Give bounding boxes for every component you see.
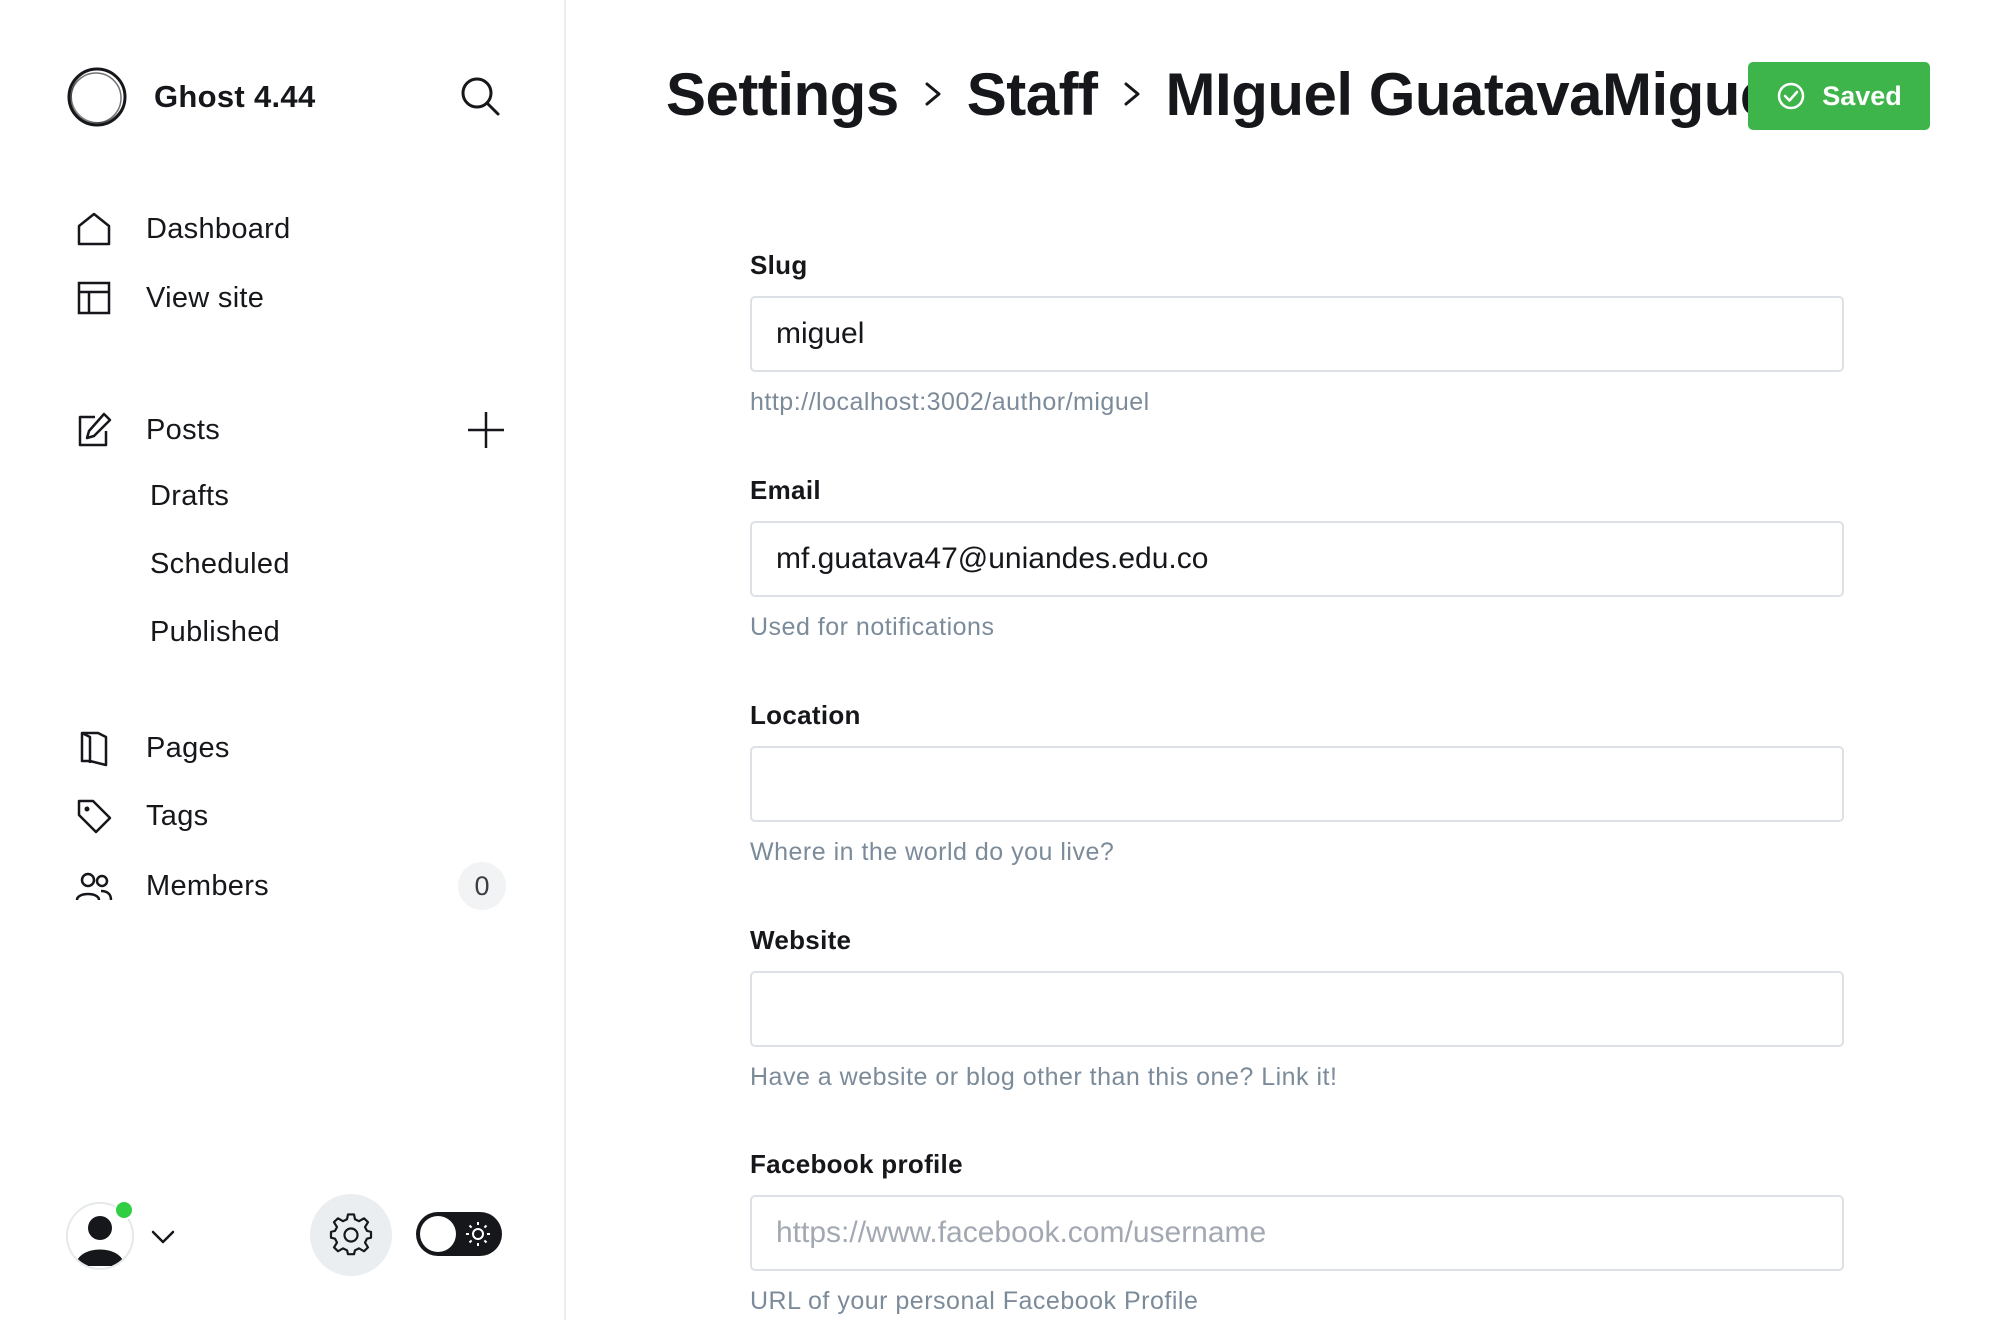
edit-icon: [74, 410, 114, 450]
pages-icon: [74, 728, 114, 768]
sidebar-item-tags[interactable]: Tags: [74, 790, 208, 842]
gear-icon: [329, 1213, 373, 1256]
email-field[interactable]: [750, 521, 1844, 597]
facebook-label: Facebook profile: [750, 1149, 963, 1179]
website-label: Website: [750, 925, 852, 955]
save-button[interactable]: Saved: [1748, 62, 1930, 130]
location-field[interactable]: [750, 746, 1844, 822]
online-status-dot: [114, 1200, 134, 1220]
brand[interactable]: Ghost 4.44: [66, 66, 316, 128]
sidebar-item-dashboard[interactable]: Dashboard: [74, 203, 291, 255]
sun-icon: [466, 1222, 490, 1246]
home-icon: [74, 209, 114, 249]
dark-mode-toggle[interactable]: [416, 1212, 502, 1256]
save-button-label: Saved: [1822, 80, 1902, 111]
site-title: Ghost 4.44: [154, 79, 316, 114]
breadcrumb: Settings Staff MIguel GuatavaMiguel: [666, 54, 1750, 134]
website-hint: Have a website or blog other than this o…: [750, 1063, 1338, 1091]
email-label: Email: [750, 475, 821, 505]
ghost-logo-icon: [67, 67, 127, 127]
sidebar-item-label: Posts: [146, 413, 221, 446]
sidebar-item-view-site[interactable]: View site: [74, 272, 264, 324]
sidebar-item-label: Dashboard: [146, 212, 291, 245]
breadcrumb-settings[interactable]: Settings: [666, 60, 899, 129]
sidebar-item-label: Pages: [146, 731, 230, 764]
sidebar-subitem-scheduled[interactable]: Scheduled: [150, 548, 290, 581]
sidebar-item-label: Tags: [146, 799, 209, 832]
settings-button[interactable]: [310, 1194, 392, 1276]
members-count-badge: 0: [458, 862, 506, 910]
sidebar-item-pages[interactable]: Pages: [74, 722, 230, 774]
sidebar-subitem-drafts[interactable]: Drafts: [150, 480, 229, 513]
user-menu-toggle[interactable]: [148, 1222, 178, 1252]
sidebar-item-posts[interactable]: Posts: [74, 404, 220, 456]
add-post-button[interactable]: [464, 408, 508, 452]
location-label: Location: [750, 700, 861, 730]
sidebar: Ghost 4.44 Dashboard View site Posts Dra…: [0, 0, 566, 1320]
search-button[interactable]: [458, 74, 502, 118]
sidebar-item-label: Members: [146, 869, 269, 902]
slug-label: Slug: [750, 250, 808, 280]
slug-hint: http://localhost:3002/author/miguel: [750, 388, 1150, 416]
facebook-field[interactable]: [750, 1195, 1844, 1271]
slug-field[interactable]: [750, 296, 1844, 372]
members-icon: [74, 866, 114, 906]
toggle-knob: [420, 1216, 456, 1252]
facebook-hint: URL of your personal Facebook Profile: [750, 1287, 1199, 1315]
chevron-right-icon: [1124, 82, 1140, 106]
website-field[interactable]: [750, 971, 1844, 1047]
layout-icon: [74, 278, 114, 318]
location-hint: Where in the world do you live?: [750, 838, 1115, 866]
search-icon: [461, 77, 500, 116]
check-circle-icon: [1777, 82, 1805, 110]
sidebar-item-label: View site: [146, 281, 265, 314]
sidebar-item-members[interactable]: Members: [74, 860, 269, 912]
plus-icon: [468, 412, 504, 448]
breadcrumb-user-name: MIguel GuatavaMiguel: [1165, 60, 1750, 128]
chevron-right-icon: [925, 82, 941, 106]
chevron-down-icon: [151, 1230, 175, 1244]
tag-icon: [74, 796, 114, 836]
email-hint: Used for notifications: [750, 613, 995, 641]
breadcrumb-staff[interactable]: Staff: [967, 60, 1098, 129]
sidebar-subitem-published[interactable]: Published: [150, 616, 280, 649]
